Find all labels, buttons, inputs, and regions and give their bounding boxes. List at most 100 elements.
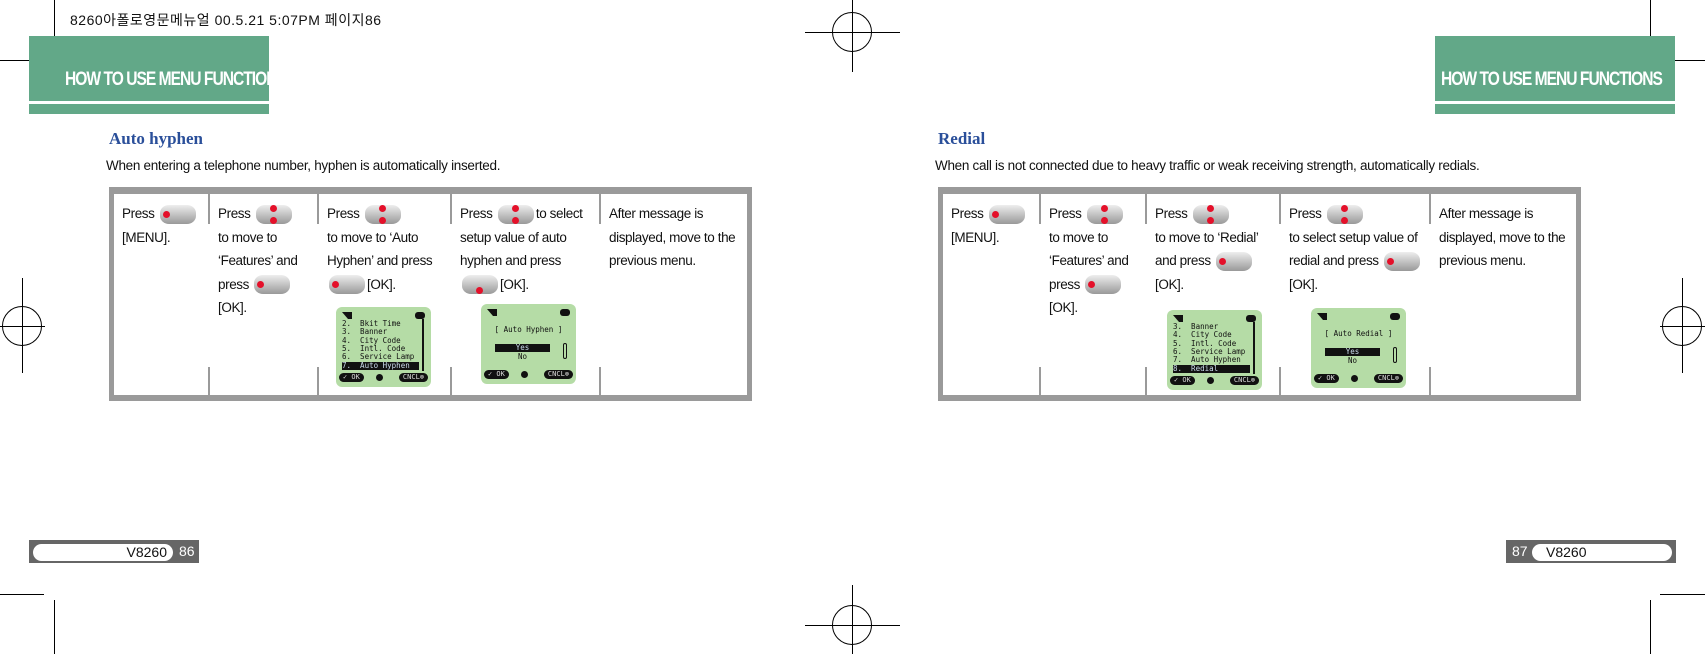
step-line: previous menu.	[609, 249, 735, 273]
step-text: [OK].	[1289, 276, 1318, 292]
ok-softkey[interactable]: ✓ OK	[484, 370, 509, 379]
step-text: previous menu.	[1439, 253, 1526, 268]
column-divider	[1145, 194, 1147, 224]
nav-key-left-icon	[1384, 251, 1421, 271]
column-divider	[1039, 367, 1041, 395]
nav-key-updown-icon	[255, 204, 292, 224]
dialog-heading: [ Auto Hyphen ]	[494, 325, 563, 334]
step-text: to select setup value of	[1289, 229, 1418, 245]
scrollbar	[563, 343, 567, 359]
softkey-bar: ✓ OK CNCL⊗	[339, 373, 428, 382]
step-line: hyphen and press	[460, 249, 583, 273]
battery-icon	[560, 309, 570, 316]
section-title: Auto hyphen	[109, 129, 204, 148]
crop-mark	[1682, 278, 1683, 373]
step-text: Press	[327, 206, 363, 221]
ok-softkey[interactable]: ✓ OK	[1170, 376, 1195, 385]
crop-mark	[852, 0, 853, 72]
step-4: Press to select setup value of auto hyphen…	[460, 202, 583, 296]
step-text: Press	[1049, 206, 1085, 221]
scrollbar	[1393, 347, 1397, 363]
column-divider	[208, 194, 210, 224]
step-line: displayed, move to the	[1439, 226, 1566, 250]
column-divider	[1039, 194, 1041, 224]
step-2: Press to move to ‘Features’ and press [OK…	[218, 202, 298, 320]
page-footer: 87 V8260	[1506, 540, 1676, 563]
section-header-right: HOW TO USE MENU FUNCTIONS	[1435, 36, 1675, 101]
crop-mark	[1660, 594, 1705, 595]
step-text: previous menu.	[609, 253, 696, 268]
phone-screen: 2. Bkit Time 3. Banner 4. City Code 5. Intl…	[336, 307, 431, 387]
section-header-text: HOW TO USE MENU FUNCTIONS	[1441, 69, 1663, 90]
step-text: Press	[460, 206, 496, 221]
column-divider	[317, 367, 319, 395]
nav-center-icon	[1207, 377, 1215, 384]
dialog-option: No	[1347, 356, 1358, 365]
step-line: to select setup value of	[1289, 226, 1422, 250]
step-line: setup value of auto	[460, 226, 583, 250]
signal-icon	[487, 309, 497, 316]
step-line: [OK].	[1289, 273, 1422, 297]
step-text: ‘Features’ and	[1049, 253, 1129, 268]
step-text: press	[218, 276, 253, 292]
step-text: to move to	[1049, 229, 1109, 245]
section-title: Redial	[938, 129, 986, 148]
section-description: When entering a telephone number, hyphen…	[106, 158, 501, 173]
step-line: After message is	[609, 202, 735, 226]
step-line: displayed, move to the	[609, 226, 736, 250]
scrollbar	[422, 319, 424, 371]
step-line: Press	[122, 202, 198, 226]
step-line: redial and press	[1289, 249, 1422, 273]
nav-key-left-icon	[159, 204, 196, 224]
step-line: Press	[1155, 202, 1258, 226]
column-divider	[599, 194, 601, 224]
step-text: [OK].	[218, 300, 247, 315]
step-line: [OK].	[1049, 296, 1128, 320]
step-line: to move to ‘Redial’	[1155, 226, 1259, 250]
ok-softkey[interactable]: ✓ OK	[339, 373, 364, 382]
step-line: ‘Features’ and	[218, 249, 298, 273]
cancel-softkey[interactable]: CNCL⊗	[1373, 374, 1403, 383]
step-5: After message is displayed, move to the pr…	[609, 202, 736, 273]
step-text: and press	[1155, 253, 1215, 268]
crop-mark	[0, 594, 44, 595]
step-text: redial and press	[1289, 253, 1383, 268]
step-text: [OK].	[367, 276, 396, 292]
cancel-softkey[interactable]: CNCL⊗	[398, 373, 428, 382]
step-text: displayed, move to the	[1439, 229, 1566, 245]
page-number: 86	[179, 543, 195, 559]
step-text: Press	[951, 206, 987, 221]
menu-item: 7. Auto Hyphen	[342, 361, 419, 370]
step-line: to move to ‘Auto	[327, 226, 432, 250]
nav-key-updown-icon	[497, 204, 534, 224]
section-header-left: HOW TO USE MENU FUNCTIONS	[29, 36, 287, 101]
step-text: to move to ‘Auto	[327, 229, 419, 245]
step-line: [OK].	[327, 273, 432, 297]
cancel-softkey[interactable]: CNCL⊗	[543, 370, 573, 379]
step-line: Press	[327, 202, 432, 226]
cancel-softkey[interactable]: CNCL⊗	[1229, 376, 1259, 385]
ok-softkey[interactable]: ✓ OK	[1314, 374, 1339, 383]
step-3: Press to move to ‘Auto Hyphen’ and press […	[327, 202, 433, 297]
dialog-option: No	[517, 352, 528, 361]
step-text: press	[1049, 276, 1084, 292]
crop-mark	[805, 32, 900, 33]
step-text: [OK].	[1049, 300, 1078, 315]
softkey-bar: ✓ OK CNCL⊗	[1314, 374, 1403, 383]
step-text: [OK].	[500, 276, 529, 292]
column-divider	[1429, 367, 1431, 395]
column-divider	[1279, 367, 1281, 395]
step-text: ‘Features’ and	[218, 253, 298, 268]
section-header-text: HOW TO USE MENU FUNCTIONS	[65, 69, 287, 90]
step-text: hyphen and press	[460, 253, 561, 268]
softkey-bar: ✓ OK CNCL⊗	[484, 370, 573, 379]
step-text: Press	[218, 206, 254, 221]
nav-center-icon	[1351, 375, 1359, 382]
section-description: When call is not connected due to heavy …	[935, 158, 1480, 173]
step-line: Press to select	[460, 202, 583, 226]
crop-mark	[852, 585, 853, 654]
crop-mark	[22, 278, 23, 373]
step-line: Press	[1049, 202, 1128, 226]
nav-key-left-icon	[1216, 251, 1253, 271]
nav-key-left-icon	[254, 275, 291, 295]
